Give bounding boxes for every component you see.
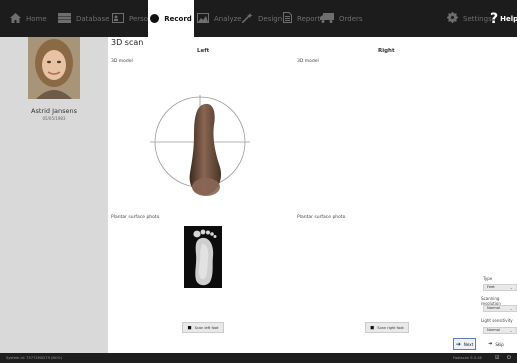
nav-design[interactable]: Design	[241, 0, 283, 37]
skip-button[interactable]: ➜ Skip	[481, 338, 511, 350]
nav-report-label: Report	[297, 14, 321, 23]
help-question-icon: ?	[490, 10, 499, 27]
nav-analyze-label: Analyze	[214, 14, 242, 23]
patient-photo	[28, 37, 80, 99]
type-value: Feet	[487, 285, 495, 289]
chevron-down-icon: ⌄	[509, 285, 513, 290]
system-id: System id: 75772M0279 (BOO)	[6, 356, 62, 360]
skip-label: Skip	[495, 341, 504, 347]
arrow-right-icon: ➜	[488, 341, 493, 347]
orders-truck-icon	[320, 12, 334, 25]
database-icon	[58, 12, 71, 25]
nav-database-label: Database	[76, 14, 110, 23]
left-plantar-photo	[184, 226, 222, 288]
record-icon	[150, 14, 160, 23]
arrow-right-icon: ➔	[455, 340, 461, 348]
next-button[interactable]: ➔ Next	[453, 338, 476, 350]
scan-right-label: Scan right foot	[377, 325, 404, 330]
right-plantar-label: Plantar surface photo	[297, 215, 346, 220]
design-wand-icon	[241, 12, 253, 25]
report-icon	[283, 12, 292, 25]
nav-person[interactable]: Person	[112, 0, 153, 37]
right-side-heading: Right	[378, 48, 395, 54]
nav-database[interactable]: Database	[58, 0, 109, 37]
home-icon	[10, 12, 21, 25]
app-version: Footscan 9.3.16	[453, 356, 482, 360]
patient-panel: Astrid Jansens 05/05/1983	[0, 37, 108, 353]
sensitivity-select[interactable]: Normal ⌄	[483, 327, 517, 334]
left-plantar-label: Plantar surface photo	[111, 215, 160, 220]
nav-settings-label: Settings	[463, 14, 492, 23]
nav-report[interactable]: Report	[283, 0, 320, 37]
gear-icon	[447, 12, 458, 25]
camera-icon: ◼	[370, 324, 375, 331]
patient-name: Astrid Jansens	[31, 107, 77, 115]
resolution-value: Normal	[487, 306, 501, 310]
nav-help-label: Help	[500, 14, 517, 23]
left-3d-model-viewer[interactable]	[150, 95, 250, 205]
nav-record[interactable]: Record	[148, 0, 194, 37]
page-title: 3D scan	[111, 38, 144, 47]
scan-left-foot-button[interactable]: ◼ Scan left foot	[182, 322, 224, 333]
left-3d-model-label: 3D model	[111, 59, 133, 64]
sensitivity-value: Normal	[487, 328, 501, 332]
right-3d-model-label: 3D model	[297, 59, 319, 64]
patient-dob: 05/05/1983	[42, 116, 66, 121]
nav-help[interactable]: ? Help	[490, 0, 517, 37]
chevron-down-icon: ⌄	[509, 306, 513, 311]
nav-design-label: Design	[258, 14, 283, 23]
scan-right-foot-button[interactable]: ◼ Scan right foot	[365, 322, 409, 333]
camera-icon: ◼	[187, 324, 192, 331]
nav-record-label: Record	[164, 14, 192, 23]
resolution-select[interactable]: Normal ⌄	[483, 305, 517, 312]
nav-orders[interactable]: Orders	[320, 0, 363, 37]
nav-orders-label: Orders	[339, 14, 363, 23]
next-label: Next	[463, 341, 474, 347]
nav-settings[interactable]: Settings	[447, 0, 492, 37]
status-bar: System id: 75772M0279 (BOO) Footscan 9.3…	[0, 353, 517, 363]
nav-home-label: Home	[26, 14, 47, 23]
type-select[interactable]: Feet ⌄	[483, 284, 517, 291]
nav-home[interactable]: Home	[10, 0, 47, 37]
chevron-down-icon: ⌄	[509, 328, 513, 333]
checkbox-icon[interactable]: ☑	[495, 355, 499, 361]
top-nav-bar: Home Database Person Record Analyze Desi…	[0, 0, 517, 37]
type-label: Type	[483, 276, 493, 281]
left-side-heading: Left	[197, 48, 210, 54]
sensitivity-label: Light sensitivity	[481, 318, 513, 323]
scan-left-label: Scan left foot	[194, 325, 219, 330]
person-card-icon	[112, 12, 124, 25]
power-icon[interactable]: ⏻	[507, 355, 511, 361]
analyze-icon	[197, 12, 209, 25]
nav-analyze[interactable]: Analyze	[197, 0, 242, 37]
